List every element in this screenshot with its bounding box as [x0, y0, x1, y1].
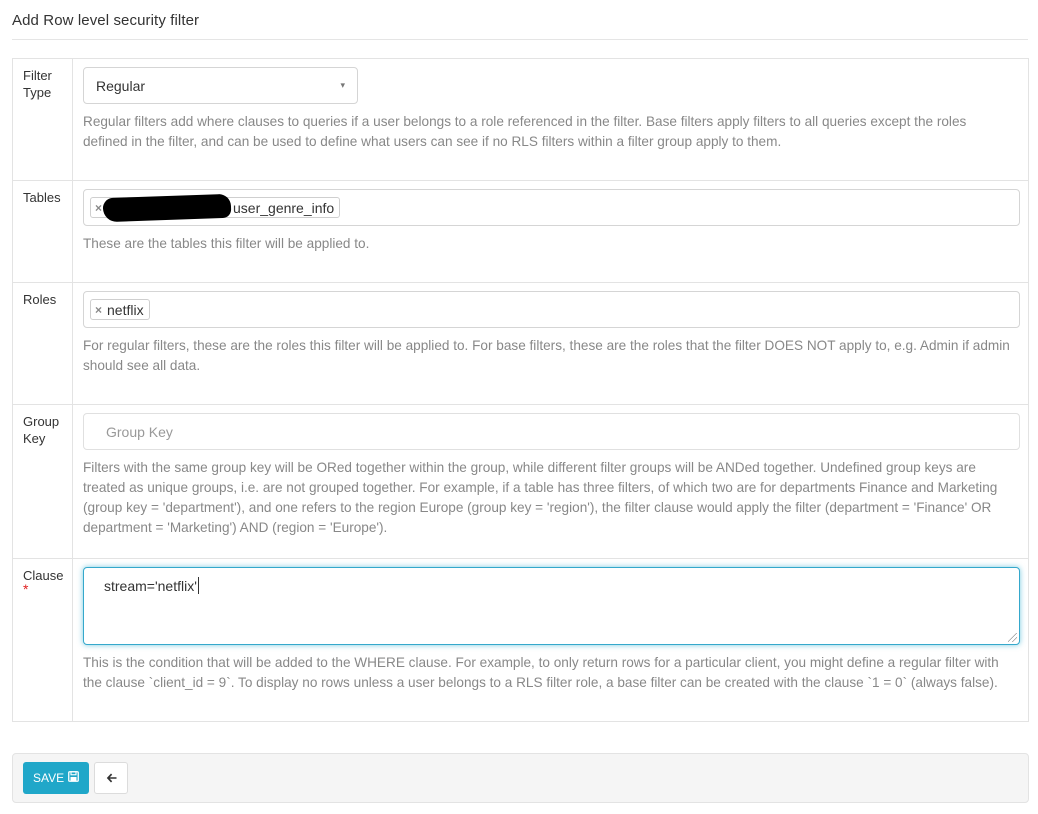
- roles-label: Roles: [12, 282, 73, 405]
- redaction-mark: [102, 193, 232, 222]
- page-title: Add Row level security filter: [12, 12, 200, 29]
- roles-row: Roles × netflix For regular filters, the…: [12, 282, 1029, 405]
- rls-filter-form: Filter Type Regular ▾ Regular filters ad…: [12, 58, 1029, 722]
- role-tag: × netflix: [90, 299, 150, 320]
- tables-help: These are the tables this filter will be…: [83, 236, 370, 251]
- floppy-disk-icon: [68, 771, 80, 785]
- group-key-help: Filters with the same group key will be …: [83, 460, 998, 535]
- filter-type-help: Regular filters add where clauses to que…: [83, 114, 967, 149]
- filter-type-select[interactable]: Regular ▾: [83, 67, 358, 104]
- role-tag-label: netflix: [107, 301, 144, 318]
- filter-type-label: Filter Type: [12, 58, 73, 181]
- clause-textarea[interactable]: stream='netflix': [83, 567, 1020, 645]
- filter-type-selected-value: Regular: [96, 77, 146, 94]
- text-cursor: [197, 577, 199, 594]
- clause-help: This is the condition that will be added…: [83, 655, 999, 690]
- resize-handle-icon[interactable]: [1008, 633, 1017, 642]
- save-button[interactable]: SAVE: [23, 762, 90, 794]
- group-key-input[interactable]: Group Key: [83, 413, 1020, 450]
- clause-label: Clause: [23, 568, 64, 583]
- title-divider: [12, 39, 1028, 40]
- save-label: SAVE: [33, 771, 65, 785]
- roles-input[interactable]: × netflix: [83, 291, 1020, 328]
- arrow-left-icon: [106, 770, 117, 786]
- remove-tag-icon[interactable]: ×: [95, 201, 102, 215]
- group-key-row: Group Key Group Key Filters with the sam…: [12, 404, 1029, 559]
- filter-type-row: Filter Type Regular ▾ Regular filters ad…: [12, 58, 1029, 181]
- tables-row: Tables × user_genre_info These are the t…: [12, 180, 1029, 283]
- group-key-label: Group Key: [12, 404, 73, 559]
- clause-value: stream='netflix': [104, 578, 197, 594]
- back-button[interactable]: [94, 762, 129, 794]
- remove-tag-icon[interactable]: ×: [95, 303, 102, 317]
- tables-input[interactable]: × user_genre_info: [83, 189, 1020, 226]
- chevron-down-icon: ▾: [340, 80, 345, 90]
- table-tag-label: user_genre_info: [233, 199, 335, 216]
- required-indicator: *: [23, 581, 29, 597]
- clause-row: Clause * stream='netflix' This is the co…: [12, 558, 1029, 722]
- form-actions: SAVE: [12, 753, 1029, 803]
- roles-help: For regular filters, these are the roles…: [83, 338, 1010, 373]
- tables-label: Tables: [12, 180, 73, 283]
- table-tag: × user_genre_info: [90, 193, 341, 222]
